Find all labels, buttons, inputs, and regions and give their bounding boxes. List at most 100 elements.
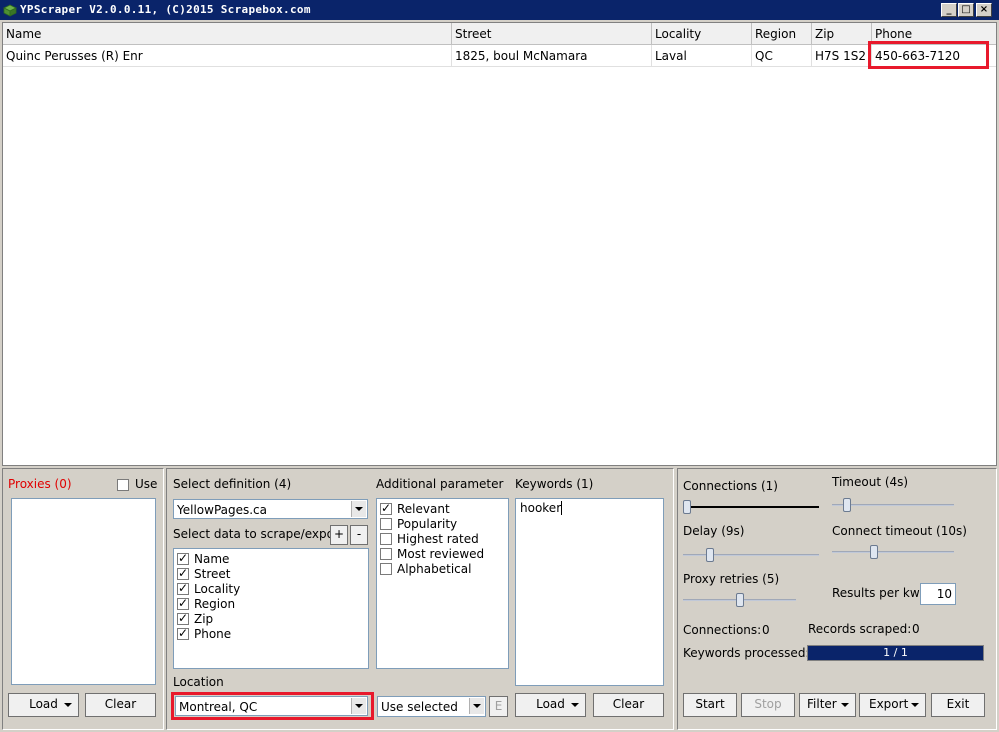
location-edit-button[interactable]: E: [489, 696, 508, 717]
results-grid[interactable]: Name Street Locality Region Zip Phone Qu…: [2, 22, 997, 466]
stop-button[interactable]: Stop: [741, 693, 795, 717]
text-caret: ​: [561, 501, 563, 515]
use-proxies-checkbox[interactable]: [117, 479, 129, 491]
filter-button[interactable]: Filter: [799, 693, 856, 717]
field-locality-label: Locality: [194, 582, 241, 596]
minimize-button[interactable]: _: [941, 3, 957, 17]
connect-timeout-label: Connect timeout (10s): [832, 524, 967, 538]
slider-thumb[interactable]: [736, 593, 744, 607]
dropdown-arrow-icon: [64, 703, 72, 707]
field-name-checkbox[interactable]: [177, 551, 189, 565]
field-region-label: Region: [194, 597, 236, 611]
cell-locality: Laval: [652, 45, 752, 67]
field-zip-label: Zip: [194, 612, 214, 626]
records-scraped-label: Records scraped:: [808, 622, 912, 636]
maximize-button[interactable]: □: [958, 3, 974, 17]
delay-slider[interactable]: [683, 545, 819, 565]
dropdown-arrow-icon: [571, 703, 579, 707]
keywords-input[interactable]: hooker​: [515, 498, 664, 686]
app-icon: [3, 4, 17, 17]
column-header-street[interactable]: Street: [452, 23, 652, 45]
additional-list[interactable]: Relevant Popularity Highest rated Most r…: [376, 498, 509, 669]
slider-thumb[interactable]: [843, 498, 851, 512]
proxies-load-button[interactable]: Load: [8, 693, 79, 717]
timeout-label: Timeout (4s): [832, 475, 909, 489]
connect-timeout-slider[interactable]: [832, 542, 954, 562]
export-button[interactable]: Export: [859, 693, 926, 717]
proxy-retries-slider[interactable]: [683, 590, 796, 610]
keywords-load-label: Load: [536, 697, 565, 711]
window-title: YPScraper V2.0.0.11, (C)2015 Scrapebox.c…: [20, 3, 311, 16]
location-highlight: [171, 692, 374, 720]
sort-highest-rated-checkbox[interactable]: [380, 533, 392, 545]
proxies-list[interactable]: [11, 498, 156, 685]
location-label: Location: [173, 675, 224, 689]
keywords-load-button[interactable]: Load: [515, 693, 586, 717]
field-name-label: Name: [194, 552, 230, 566]
results-per-kw-input[interactable]: 10: [920, 583, 956, 605]
sort-alphabetical-label: Alphabetical: [397, 562, 472, 576]
definition-value: YellowPages.ca: [177, 503, 268, 517]
keywords-progress-bar: 1 / 1: [807, 645, 984, 661]
column-header-region[interactable]: Region: [752, 23, 812, 45]
location-mode-select[interactable]: Use selected: [377, 696, 486, 717]
cell-street: 1825, boul McNamara: [452, 45, 652, 67]
sort-alphabetical-checkbox[interactable]: [380, 563, 392, 575]
field-street-checkbox[interactable]: [177, 566, 189, 580]
definition-label: Select definition (4): [173, 477, 292, 491]
chevron-down-icon: [351, 501, 366, 517]
sort-relevant-label: Relevant: [397, 502, 450, 516]
exit-button[interactable]: Exit: [931, 693, 985, 717]
connections-stat-label: Connections:: [683, 623, 762, 637]
field-zip-checkbox[interactable]: [177, 611, 189, 625]
timeout-slider[interactable]: [832, 495, 954, 515]
dropdown-arrow-icon: [911, 703, 919, 707]
field-phone-label: Phone: [194, 627, 232, 641]
delay-label: Delay (9s): [683, 524, 745, 538]
proxies-clear-button[interactable]: Clear: [85, 693, 156, 717]
field-locality-checkbox[interactable]: [177, 581, 189, 595]
proxies-label: Proxies (0): [8, 477, 72, 491]
field-region-checkbox[interactable]: [177, 596, 189, 610]
title-bar: YPScraper V2.0.0.11, (C)2015 Scrapebox.c…: [0, 0, 999, 20]
keywords-clear-button[interactable]: Clear: [593, 693, 664, 717]
chevron-down-icon: [469, 698, 484, 714]
scrape-data-list[interactable]: Name Street Locality Region Zip Phone: [173, 548, 369, 669]
cell-name: Quinc Perusses (R) Enr: [3, 45, 452, 67]
cell-zip: H7S 1S2: [812, 45, 872, 67]
add-field-button[interactable]: +: [330, 525, 348, 545]
filter-label: Filter: [807, 697, 837, 711]
keywords-progress-text: 1 / 1: [883, 646, 908, 659]
scrape-data-label: Select data to scrape/export: [173, 527, 344, 541]
column-header-zip[interactable]: Zip: [812, 23, 872, 45]
sort-popularity-checkbox[interactable]: [380, 518, 392, 530]
proxy-retries-label: Proxy retries (5): [683, 572, 780, 586]
results-per-kw-label: Results per kw: [832, 586, 920, 600]
sort-most-reviewed-checkbox[interactable]: [380, 548, 392, 560]
export-label: Export: [869, 697, 909, 711]
dropdown-arrow-icon: [841, 703, 849, 707]
slider-thumb[interactable]: [683, 500, 691, 514]
close-button[interactable]: ×: [976, 3, 992, 17]
records-scraped-value: 0: [912, 622, 920, 636]
field-street-label: Street: [194, 567, 231, 581]
remove-field-button[interactable]: -: [350, 525, 368, 545]
connections-slider[interactable]: [683, 497, 819, 517]
field-phone-checkbox[interactable]: [177, 626, 189, 640]
sort-most-reviewed-label: Most reviewed: [397, 547, 485, 561]
phone-highlight: [868, 41, 989, 69]
keyword-text: hooker: [520, 501, 562, 515]
column-header-locality[interactable]: Locality: [652, 23, 752, 45]
keywords-processed-label: Keywords processed:: [683, 646, 810, 660]
grid-header: Name Street Locality Region Zip Phone: [3, 23, 996, 45]
sort-relevant-checkbox[interactable]: [380, 501, 392, 515]
slider-thumb[interactable]: [870, 545, 878, 559]
definition-select[interactable]: YellowPages.ca: [173, 499, 368, 519]
cell-region: QC: [752, 45, 812, 67]
start-button[interactable]: Start: [683, 693, 737, 717]
connections-stat-value: 0: [762, 623, 770, 637]
slider-thumb[interactable]: [706, 548, 714, 562]
column-header-name[interactable]: Name: [3, 23, 452, 45]
keywords-label: Keywords (1): [515, 477, 594, 491]
additional-label: Additional parameter: [376, 477, 504, 491]
